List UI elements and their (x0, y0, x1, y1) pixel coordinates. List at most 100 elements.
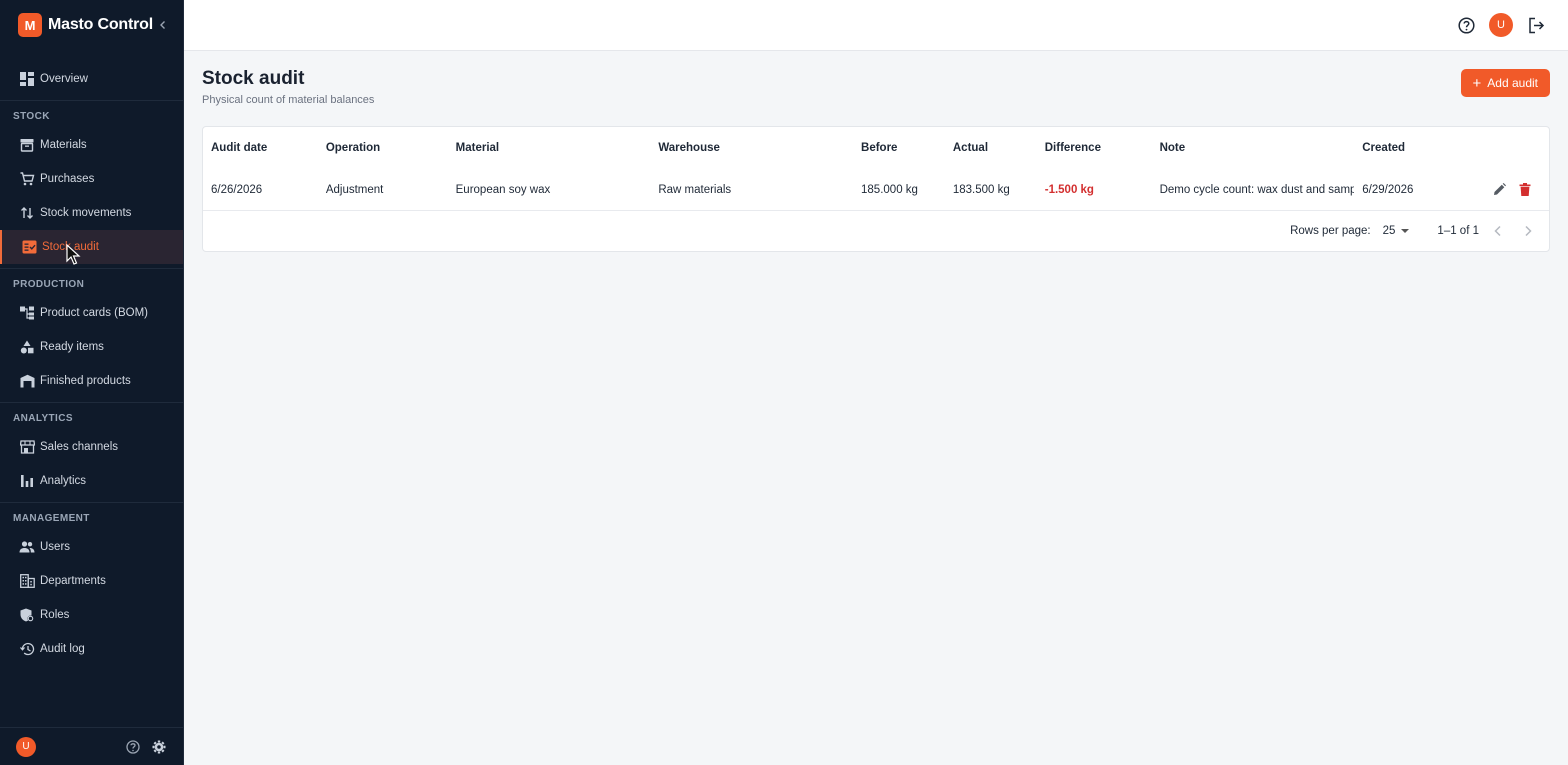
cell-actual: 183.500 kg (952, 183, 1010, 196)
caret-down-icon (1401, 229, 1410, 233)
edit-button[interactable] (1489, 180, 1509, 200)
chevron-left-icon (1494, 225, 1501, 237)
collapse-sidebar-button[interactable] (155, 17, 171, 33)
sidebar-item-audit-log[interactable]: Audit log (0, 632, 183, 666)
cell-created: 6/29/2026 (1362, 183, 1414, 196)
column-header-operation[interactable]: Operation (318, 142, 448, 154)
sidebar-item-label: Product cards (BOM) (40, 307, 148, 319)
delete-button[interactable] (1515, 180, 1535, 200)
sidebar-item-product-cards[interactable]: Product cards (BOM) (0, 296, 183, 330)
hierarchy-icon (19, 305, 35, 321)
cart-icon (19, 171, 35, 187)
sidebar-item-label: Users (40, 541, 71, 553)
chevron-right-icon (1525, 225, 1532, 237)
page-subtitle: Physical count of material balances (202, 94, 375, 106)
sidebar-item-stock-audit[interactable]: Stock audit (0, 230, 183, 264)
column-header-difference[interactable]: Difference (1037, 142, 1152, 154)
users-icon (19, 539, 35, 555)
cell-note: Demo cycle count: wax dust and samp (1159, 183, 1355, 196)
sidebar-item-materials[interactable]: Materials (0, 128, 183, 162)
pagination: Rows per page: 25 1–1 of 1 (203, 211, 1549, 251)
store-icon (19, 439, 35, 455)
divider (0, 100, 183, 101)
sidebar-item-label: Departments (40, 575, 106, 587)
column-header-before[interactable]: Before (853, 142, 945, 154)
add-audit-button[interactable]: + Add audit (1460, 69, 1550, 97)
cell-operation: Adjustment (325, 183, 384, 196)
dashboard-icon (19, 71, 35, 87)
page-title: Stock audit (202, 68, 305, 89)
sidebar-item-label: Roles (40, 609, 70, 621)
app-name: Masto Control (48, 16, 153, 33)
section-label-analytics: ANALYTICS (13, 413, 73, 424)
sidebar-item-analytics[interactable]: Analytics (0, 464, 183, 498)
sidebar-item-label: Stock movements (40, 207, 132, 219)
sidebar-item-stock-movements[interactable]: Stock movements (0, 196, 183, 230)
help-icon[interactable] (1454, 13, 1478, 37)
archive-icon (19, 137, 35, 153)
swap-vert-icon (19, 205, 35, 221)
sidebar-item-label: Sales channels (40, 441, 118, 453)
page-header: Stock audit Physical count of material b… (202, 68, 1550, 106)
cell-material: European soy wax (455, 183, 551, 196)
sidebar-item-departments[interactable]: Departments (0, 564, 183, 598)
pencil-icon (1493, 183, 1506, 195)
previous-page-button[interactable] (1487, 220, 1509, 242)
cell-warehouse: Raw materials (658, 183, 732, 196)
column-header-actual[interactable]: Actual (945, 142, 1037, 154)
app-logo: M (18, 13, 42, 37)
section-label-production: PRODUCTION (13, 279, 85, 290)
help-icon[interactable] (125, 739, 141, 755)
cell-before: 185.000 kg (861, 183, 918, 196)
divider (0, 502, 183, 503)
trash-icon (1519, 183, 1531, 196)
column-header-note[interactable]: Note (1152, 142, 1355, 154)
top-bar: U (184, 0, 1568, 51)
sidebar-item-label: Audit log (40, 643, 85, 655)
column-header-material[interactable]: Material (448, 142, 651, 154)
history-icon (19, 641, 35, 657)
sidebar-item-label: Finished products (40, 375, 131, 387)
sidebar-footer: U (0, 727, 183, 765)
plus-icon: + (1472, 74, 1482, 92)
sidebar-item-label: Purchases (40, 173, 95, 185)
sidebar-item-roles[interactable]: Roles (0, 598, 183, 632)
mouse-cursor-icon (66, 244, 81, 265)
account-button[interactable]: U (1489, 13, 1513, 37)
column-header-created[interactable]: Created (1354, 142, 1474, 154)
shapes-icon (19, 339, 35, 355)
section-label-stock: STOCK (13, 111, 50, 122)
sidebar-item-label: Overview (40, 73, 88, 85)
column-header-warehouse[interactable]: Warehouse (650, 142, 853, 154)
gear-icon[interactable] (151, 739, 167, 755)
sidebar-item-label: Materials (40, 139, 87, 151)
sidebar-item-label: Ready items (40, 341, 104, 353)
column-header-audit-date[interactable]: Audit date (203, 142, 318, 154)
warehouse-icon (19, 373, 35, 389)
table-header: Audit date Operation Material Warehouse … (203, 127, 1549, 169)
title-group: Stock audit Physical count of material b… (202, 68, 374, 106)
rows-per-page-value: 25 (1382, 225, 1396, 237)
add-audit-label: Add audit (1487, 76, 1538, 90)
user-avatar: U (1489, 13, 1513, 37)
sidebar-item-sales-channels[interactable]: Sales channels (0, 430, 183, 464)
rows-per-page-select[interactable]: 25 (1383, 225, 1410, 237)
building-icon (19, 573, 35, 589)
user-avatar[interactable]: U (16, 736, 36, 757)
sidebar-item-label: Analytics (40, 475, 87, 487)
sidebar-item-users[interactable]: Users (0, 530, 183, 564)
sidebar-item-finished-products[interactable]: Finished products (0, 364, 183, 398)
sidebar-item-overview[interactable]: Overview (0, 62, 183, 96)
section-label-management: MANAGEMENT (13, 513, 90, 524)
sidebar: M Masto Control Overview STOCK Materials… (0, 0, 184, 765)
divider (0, 268, 183, 269)
table-row[interactable]: 6/26/2026 Adjustment European soy wax Ra… (203, 169, 1549, 211)
logout-icon[interactable] (1524, 13, 1548, 37)
next-page-button[interactable] (1517, 220, 1539, 242)
sidebar-item-purchases[interactable]: Purchases (0, 162, 183, 196)
page-range: 1–1 of 1 (1437, 225, 1479, 237)
fact-check-icon (21, 239, 37, 255)
sidebar-nav: Overview STOCK Materials Purchases Stock… (0, 50, 183, 727)
rows-per-page-label: Rows per page: (1290, 225, 1371, 237)
sidebar-item-ready-items[interactable]: Ready items (0, 330, 183, 364)
